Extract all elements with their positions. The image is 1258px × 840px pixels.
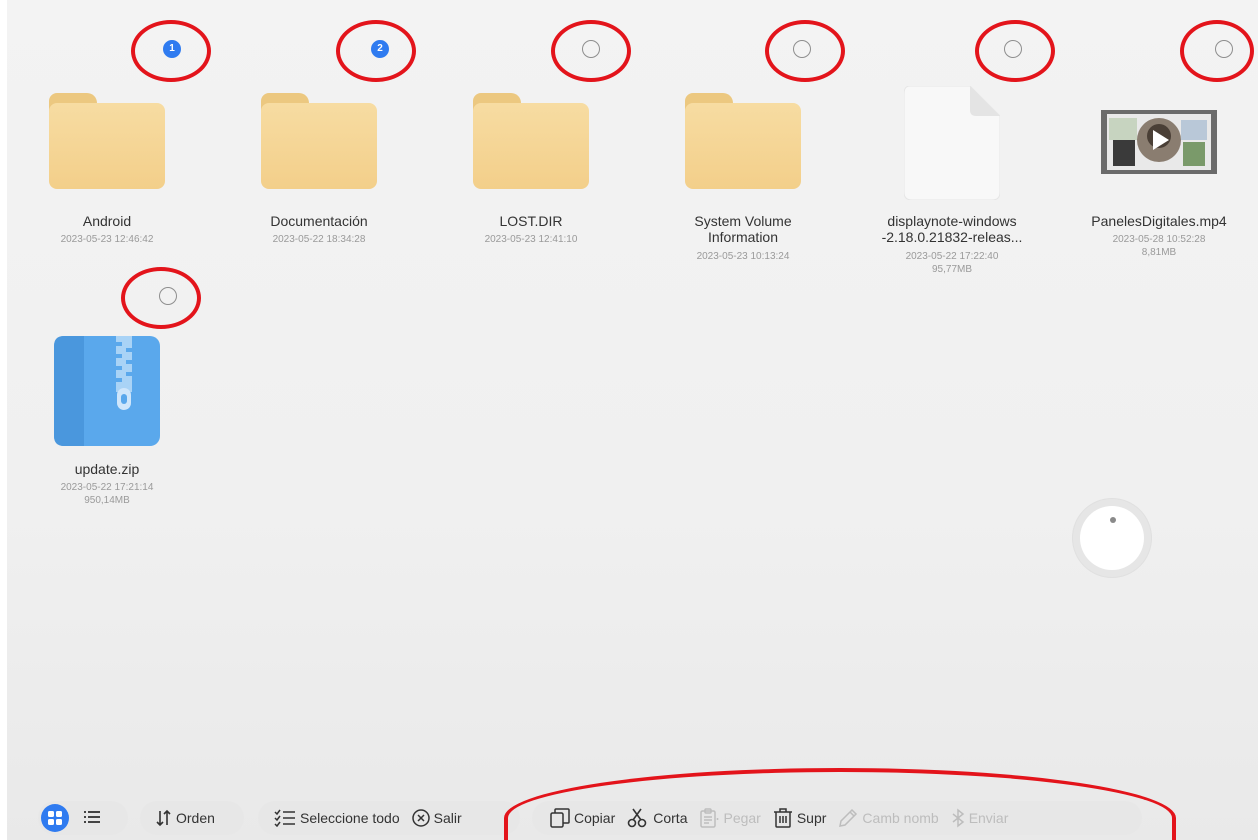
- file-date: 2023-05-23 12:41:10: [484, 234, 578, 245]
- file-date: 2023-05-23 10:13:24: [696, 251, 790, 262]
- file-size: 8,81MB: [1141, 247, 1177, 258]
- exit-button[interactable]: Salir: [406, 809, 468, 827]
- selection-checkbox[interactable]: 1: [163, 40, 181, 58]
- file-item-android[interactable]: 1 Android 2023-05-23 12:46:42: [17, 40, 197, 245]
- bluetooth-icon: [952, 808, 964, 828]
- screen-edge: [0, 0, 7, 840]
- document-icon: [903, 85, 1001, 201]
- file-name: Android: [82, 213, 132, 229]
- file-date: 2023-05-22 17:22:40: [905, 251, 999, 262]
- selection-checkbox[interactable]: [793, 40, 811, 58]
- file-item-displaynote[interactable]: displaynote-windows -2.18.0.21832-releas…: [862, 40, 1042, 290]
- delete-button[interactable]: Supr: [767, 808, 833, 828]
- folder-icon: [685, 93, 801, 189]
- cut-label: Corta: [653, 810, 688, 826]
- send-button[interactable]: Enviar: [945, 808, 1015, 828]
- file-name-line2: -2.18.0.21832-releas...: [881, 229, 1023, 245]
- video-thumbnail: [1101, 110, 1217, 174]
- file-date: 2023-05-22 17:21:14: [60, 482, 154, 493]
- file-date: 2023-05-22 18:34:28: [272, 234, 366, 245]
- selection-checkbox[interactable]: [1215, 40, 1233, 58]
- list-view-button[interactable]: [84, 810, 100, 829]
- scissors-icon: [627, 808, 647, 828]
- close-circle-icon: [411, 809, 430, 827]
- copy-button[interactable]: Copiar: [532, 808, 621, 828]
- file-name: Documentación: [270, 213, 368, 229]
- sort-button[interactable]: Orden: [140, 809, 221, 827]
- send-label: Enviar: [968, 810, 1009, 826]
- file-name-line2: Information: [707, 229, 779, 245]
- file-item-documentacion[interactable]: 2 Documentación 2023-05-22 18:34:28: [229, 40, 409, 245]
- floating-assistive-button[interactable]: [1072, 498, 1152, 578]
- folder-icon: [473, 93, 589, 189]
- rename-label: Camb nomb: [862, 810, 939, 826]
- selection-pill: Seleccione todo Salir: [258, 801, 520, 835]
- zip-icon: [54, 336, 160, 446]
- sort-pill: Orden: [140, 801, 244, 835]
- copy-label: Copiar: [574, 810, 616, 826]
- file-size: 950,14MB: [84, 495, 130, 506]
- file-item-system-volume-information[interactable]: System Volume Information 2023-05-23 10:…: [653, 40, 833, 262]
- folder-icon: [261, 93, 377, 189]
- selection-checkbox[interactable]: [1004, 40, 1022, 58]
- file-date: 2023-05-28 10:52:28: [1112, 234, 1206, 245]
- selection-checkbox[interactable]: [582, 40, 600, 58]
- rename-button[interactable]: Camb nomb: [832, 808, 944, 828]
- copy-icon: [550, 808, 570, 828]
- file-item-lost-dir[interactable]: LOST.DIR 2023-05-23 12:41:10: [441, 40, 621, 245]
- selection-checkbox[interactable]: 2: [371, 40, 389, 58]
- cut-button[interactable]: Corta: [621, 808, 693, 828]
- file-name: update.zip: [74, 461, 140, 477]
- paste-button[interactable]: Pegar: [693, 808, 766, 828]
- select-all-label: Seleccione todo: [300, 810, 400, 826]
- file-name-line1: System Volume: [694, 213, 792, 229]
- file-name: LOST.DIR: [499, 213, 563, 229]
- grid-view-icon: [48, 811, 62, 825]
- view-mode-toggle: [38, 801, 128, 835]
- exit-label: Salir: [433, 810, 462, 826]
- trash-icon: [773, 808, 792, 828]
- select-all-button[interactable]: Seleccione todo: [258, 809, 406, 827]
- select-all-icon: [274, 809, 295, 827]
- sort-label: Orden: [176, 810, 215, 826]
- bottom-toolbar: Orden Seleccione todo Salir Copiar Corta…: [0, 796, 1258, 840]
- file-item-update-zip[interactable]: update.zip 2023-05-22 17:21:14 950,14MB: [17, 286, 197, 516]
- folder-icon: [49, 93, 165, 189]
- list-view-icon: [84, 811, 100, 823]
- file-item-panelesdigitales[interactable]: PanelesDigitales.mp4 2023-05-28 10:52:28…: [1069, 40, 1249, 270]
- selection-checkbox[interactable]: [159, 287, 177, 305]
- delete-label: Supr: [796, 810, 827, 826]
- sort-icon: [156, 809, 171, 827]
- pencil-icon: [839, 808, 858, 827]
- grid-view-button[interactable]: [41, 804, 69, 832]
- file-name-line1: displaynote-windows: [887, 213, 1017, 229]
- paste-label: Pegar: [723, 810, 761, 826]
- file-name: PanelesDigitales.mp4: [1091, 213, 1227, 229]
- actions-pill: Copiar Corta Pegar Supr Camb nomb Enviar: [532, 801, 1142, 835]
- file-date: 2023-05-23 12:46:42: [60, 234, 154, 245]
- paste-icon: [700, 808, 719, 828]
- file-size: 95,77MB: [931, 264, 973, 275]
